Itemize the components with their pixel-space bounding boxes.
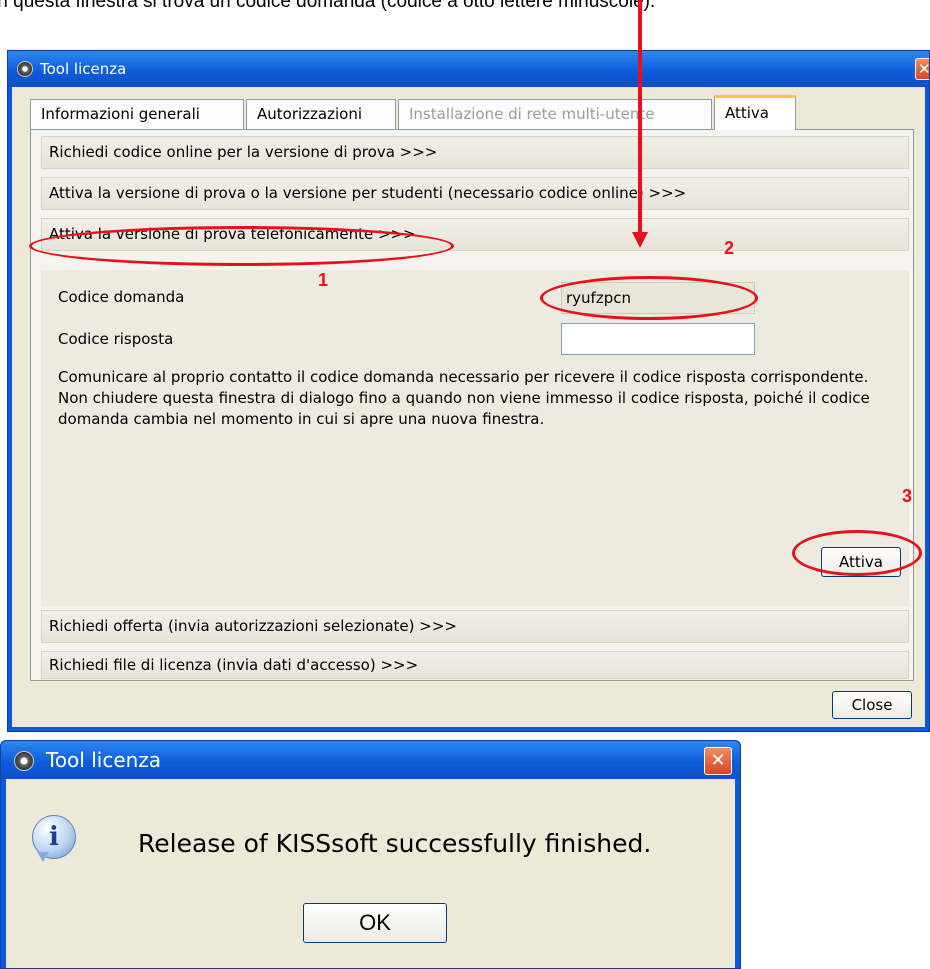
- section-request-license-file[interactable]: Richiedi file di licenza (invia dati d'a…: [41, 651, 909, 679]
- close-window-icon[interactable]: ✕: [915, 58, 930, 80]
- section-request-offer[interactable]: Richiedi offerta (invia autorizzazioni s…: [41, 610, 909, 643]
- app-icon: [14, 751, 34, 771]
- message-box: Tool licenza ✕ i Release of KISSsoft suc…: [0, 740, 741, 969]
- section-activate-trial-student[interactable]: Attiva la versione di prova o la version…: [41, 177, 909, 210]
- phone-activation-description: Comunicare al proprio contatto il codice…: [58, 368, 870, 428]
- tab-network-install: Installazione di rete multi-utente: [398, 99, 712, 129]
- response-code-label: Codice risposta: [58, 330, 174, 348]
- annotation-number-2: 2: [724, 238, 735, 258]
- message-box-client: i Release of KISSsoft successfully finis…: [6, 779, 735, 968]
- message-box-title: Tool licenza: [46, 748, 162, 772]
- message-box-title-bar[interactable]: Tool licenza ✕: [1, 741, 740, 779]
- info-icon: i: [32, 815, 76, 862]
- tab-authorizations[interactable]: Autorizzazioni: [246, 99, 396, 129]
- activate-panel: Richiedi codice online per la versione d…: [30, 129, 914, 681]
- section-request-online-code[interactable]: Richiedi codice online per la versione d…: [41, 136, 909, 169]
- close-button[interactable]: Close: [832, 691, 912, 719]
- section-activate-by-phone[interactable]: Attiva la versione di prova telefonicame…: [41, 218, 909, 251]
- window-title: Tool licenza: [40, 60, 127, 78]
- tab-general-info[interactable]: Informazioni generali: [30, 99, 244, 129]
- tab-activate[interactable]: Attiva: [714, 95, 796, 130]
- request-code-field: ryufzpcn: [561, 282, 755, 314]
- annotation-number-1: 1: [318, 270, 329, 290]
- message-text: Release of KISSsoft successfully finishe…: [138, 829, 652, 858]
- annotation-number-3: 3: [902, 486, 913, 506]
- app-icon: [17, 61, 33, 77]
- title-bar[interactable]: Tool licenza ✕: [8, 51, 930, 87]
- activate-button[interactable]: Attiva: [821, 547, 901, 577]
- message-box-close-icon[interactable]: ✕: [704, 747, 732, 775]
- request-code-label: Codice domanda: [58, 288, 185, 306]
- ok-button[interactable]: OK: [303, 903, 447, 943]
- annotation-arrow-line: [638, 0, 642, 234]
- response-code-input[interactable]: [561, 323, 755, 355]
- license-dialog: Tool licenza ✕ Informazioni generali Aut…: [7, 50, 930, 732]
- annotation-arrow-head: [632, 232, 648, 248]
- caption: In questa finestra si trova un codice do…: [0, 0, 656, 12]
- phone-activation-body: Codice domanda ryufzpcn Codice risposta …: [41, 270, 909, 606]
- dialog-client: Informazioni generali Autorizzazioni Ins…: [12, 87, 925, 727]
